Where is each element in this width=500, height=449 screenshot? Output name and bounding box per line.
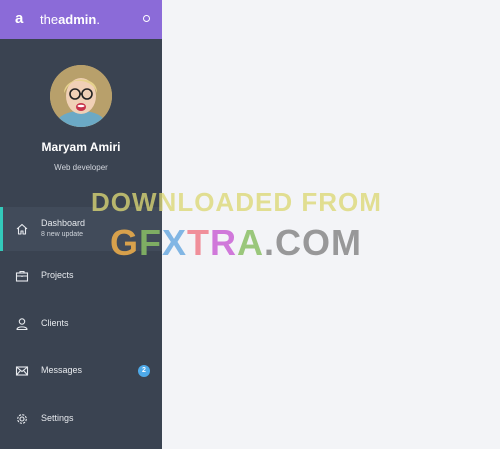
nav-label-dashboard: Dashboard bbox=[41, 218, 86, 228]
nav-item-messages[interactable]: Messages 2 bbox=[0, 349, 162, 393]
profile-name: Maryam Amiri bbox=[41, 140, 121, 154]
sidebar-toggle-icon[interactable] bbox=[143, 15, 150, 22]
brand-bold: admin bbox=[58, 12, 97, 27]
logo-mark[interactable]: a bbox=[15, 9, 29, 29]
messages-count-badge: 2 bbox=[138, 365, 150, 377]
brand-suffix: . bbox=[96, 12, 100, 27]
envelope-icon bbox=[15, 366, 29, 376]
briefcase-icon bbox=[15, 270, 29, 282]
user-icon bbox=[16, 318, 28, 331]
watermark-char-f: F bbox=[139, 222, 163, 263]
watermark-line-2: GFXTRA.COM bbox=[110, 223, 362, 263]
nav-label-settings: Settings bbox=[41, 413, 74, 423]
nav-sub-dashboard: 8 new update bbox=[41, 231, 84, 238]
watermark-line-1: DOWNLOADED FROM bbox=[91, 187, 382, 217]
watermark-char-g: G bbox=[110, 222, 140, 263]
nav-item-settings[interactable]: Settings bbox=[0, 397, 162, 441]
avatar[interactable] bbox=[50, 65, 112, 127]
nav-label-messages: Messages bbox=[41, 365, 83, 375]
watermark-char-x: X bbox=[162, 222, 188, 263]
sidebar-topbar: a theadmin. bbox=[0, 0, 162, 39]
brand-name[interactable]: theadmin. bbox=[40, 10, 100, 30]
nav-label-clients: Clients bbox=[41, 318, 69, 328]
watermark-char-r: R bbox=[210, 222, 238, 263]
profile-role: Web developer bbox=[54, 163, 108, 172]
nav-label-projects: Projects bbox=[41, 270, 74, 280]
watermark-char-a: A bbox=[237, 222, 265, 263]
home-icon bbox=[16, 223, 28, 235]
brand-prefix: the bbox=[40, 12, 59, 27]
avatar-photo bbox=[50, 65, 112, 127]
gear-icon bbox=[17, 414, 27, 424]
watermark-char-t: T bbox=[187, 222, 211, 263]
watermark-domain-suffix: .COM bbox=[264, 222, 363, 263]
nav-item-clients[interactable]: Clients bbox=[0, 302, 162, 346]
